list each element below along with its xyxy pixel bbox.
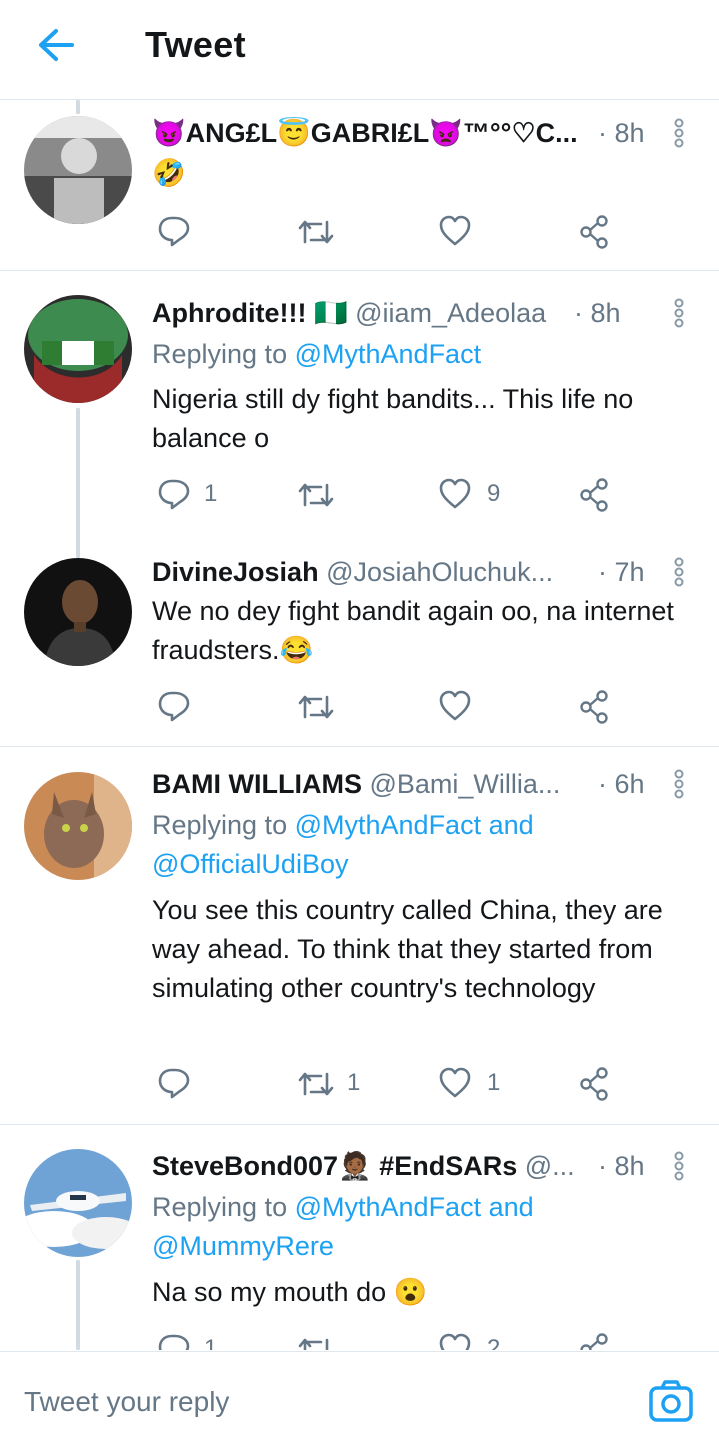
replying-label: Replying to — [152, 810, 288, 840]
display-name[interactable]: DivineJosiah — [152, 557, 319, 587]
more-options-icon[interactable] — [670, 767, 688, 801]
replying-to: Replying to @MythAndFact — [152, 335, 702, 374]
share-icon — [580, 215, 608, 249]
more-options-icon[interactable] — [670, 1149, 688, 1183]
camera-icon[interactable] — [648, 1378, 694, 1424]
reply-composer: Tweet your reply — [0, 1351, 719, 1429]
tweet-text: 🤣 — [152, 158, 186, 188]
timestamp: · 8h — [598, 118, 645, 148]
heart-icon — [439, 1333, 471, 1350]
tweet-text: Nigeria still dy fight bandits... This l… — [152, 384, 634, 453]
user-handle[interactable]: @iiam_Adeolaa — [355, 298, 546, 328]
user-handle[interactable]: @Bami_Willia... — [369, 769, 560, 799]
heart-icon — [439, 1067, 471, 1098]
heart-icon — [439, 478, 471, 509]
display-name[interactable]: 😈ANG£L😇GABRI£L👿™°°♡C... — [152, 118, 578, 148]
mention-link[interactable]: @MythAndFact and — [295, 810, 534, 840]
reply-feed[interactable]: 😈ANG£L😇GABRI£L👿™°°♡C... · 8h 🤣 Aphrodite… — [0, 100, 719, 1350]
timestamp: · 8h — [598, 1151, 645, 1181]
share-icon — [580, 1067, 608, 1101]
divider — [0, 746, 719, 747]
heart-icon — [439, 215, 471, 246]
retweet-icon — [298, 695, 334, 719]
divider — [0, 270, 719, 271]
thread-line — [76, 100, 80, 114]
replying-to: Replying to @MythAndFact and @OfficialUd… — [152, 806, 702, 884]
timestamp: · 7h — [598, 557, 645, 587]
reply-icon — [158, 1334, 190, 1350]
retweet-icon — [298, 1338, 329, 1350]
divider — [0, 1124, 719, 1125]
share-icon — [580, 478, 608, 512]
share-icon — [580, 690, 608, 724]
replying-label: Replying to — [152, 1192, 288, 1222]
user-handle[interactable]: @... — [525, 1151, 575, 1181]
replying-to: Replying to @MythAndFact and @MummyRere — [152, 1188, 702, 1266]
share-icon — [580, 1333, 608, 1350]
avatar[interactable] — [24, 772, 132, 880]
retweet-count: 1 — [347, 1069, 361, 1096]
arrow-left-icon[interactable] — [36, 27, 76, 63]
like-count: 9 — [487, 480, 501, 507]
display-name[interactable]: BAMI WILLIAMS — [152, 769, 362, 799]
thread-line — [76, 408, 80, 558]
like-count: 2 — [487, 1335, 501, 1350]
retweet-icon — [298, 483, 334, 507]
user-handle[interactable]: @JosiahOluchuk... — [326, 557, 553, 587]
tweet-author: DivineJosiah @JosiahOluchuk... — [152, 555, 592, 589]
tweet-author: SteveBond007🤵🏾 #EndSARs @... — [152, 1149, 592, 1183]
reply-count: 1 — [204, 480, 218, 507]
reply-input[interactable]: Tweet your reply — [24, 1386, 229, 1418]
tweet-author: 😈ANG£L😇GABRI£L👿™°°♡C... — [152, 116, 582, 150]
top-bar: Tweet — [0, 0, 719, 100]
replying-label: Replying to — [152, 339, 288, 369]
mention-link[interactable]: @OfficialUdiBoy — [152, 849, 348, 879]
tweet-text: You see this country called China, they … — [152, 895, 663, 1003]
avatar[interactable] — [24, 1149, 132, 1257]
page-title: Tweet — [145, 24, 246, 65]
retweet-icon — [298, 1072, 334, 1096]
heart-icon — [439, 690, 471, 721]
like-count: 1 — [487, 1069, 501, 1096]
mention-link[interactable]: @MythAndFact and — [295, 1192, 534, 1222]
display-name[interactable]: Aphrodite!!! 🇳🇬 — [152, 298, 348, 328]
avatar[interactable] — [24, 558, 132, 666]
mention-link[interactable]: @MummyRere — [152, 1231, 334, 1261]
thread-line — [76, 1260, 80, 1350]
timestamp: · 8h — [574, 298, 621, 328]
reply-icon — [158, 691, 190, 722]
tweet-text: Na so my mouth do 😮 — [152, 1277, 428, 1307]
display-name[interactable]: SteveBond007🤵🏾 #EndSARs — [152, 1151, 517, 1181]
timestamp: · 6h — [598, 769, 645, 799]
reply-icon — [158, 216, 190, 247]
tweet-text: We no dey fight bandit again oo, na inte… — [152, 596, 674, 665]
mention-link[interactable]: @MythAndFact — [295, 339, 481, 369]
more-options-icon[interactable] — [670, 116, 688, 150]
reply-count: 1 — [204, 1335, 218, 1350]
avatar[interactable] — [24, 295, 132, 403]
avatar[interactable] — [24, 116, 132, 224]
reply-icon — [158, 1068, 190, 1099]
more-options-icon[interactable] — [670, 555, 688, 589]
retweet-icon — [298, 220, 334, 244]
more-options-icon[interactable] — [670, 296, 688, 330]
reply-icon — [158, 479, 190, 510]
tweet-author: BAMI WILLIAMS @Bami_Willia... — [152, 767, 592, 801]
tweet-author: Aphrodite!!! 🇳🇬 @iiam_Adeolaa — [152, 296, 592, 330]
